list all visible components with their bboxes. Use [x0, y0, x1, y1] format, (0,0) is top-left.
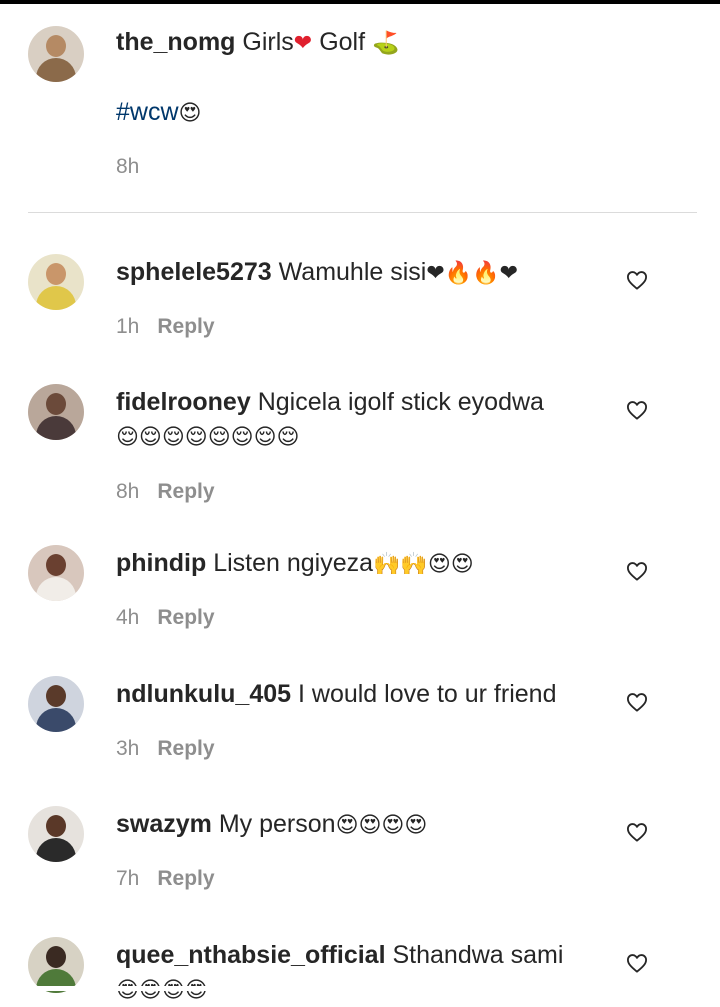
- reply-button[interactable]: Reply: [157, 315, 214, 338]
- reply-button[interactable]: Reply: [157, 480, 214, 503]
- caption-word: Girls: [242, 28, 294, 56]
- comment-body: Sthandwa sami: [392, 941, 564, 969]
- heart-outline-icon[interactable]: [626, 561, 648, 581]
- comment-emoji-icons: 😍😍😍😍: [335, 813, 428, 838]
- comment-body: I would love to ur friend: [298, 680, 557, 708]
- comment-body: Listen ngiyeza: [213, 549, 374, 577]
- comment-time: 8h: [116, 480, 140, 503]
- comment-text: sphelele5273 Wamuhle sisi❤🔥🔥❤: [116, 256, 518, 290]
- comment-emoji-icons: 🙌🙌😍😍: [373, 552, 474, 577]
- caption-hashtag-line: #wcw😍: [116, 96, 201, 130]
- comment-username[interactable]: swazym: [116, 810, 212, 838]
- comment-emoji-line: 😌😌😌😌😌😌😌😌: [116, 425, 300, 450]
- avatar-body: [36, 708, 76, 732]
- reply-button[interactable]: Reply: [157, 867, 214, 890]
- avatar[interactable]: [28, 384, 84, 440]
- comment-username[interactable]: quee_nthabsie_official: [116, 941, 386, 969]
- status-bar-edge: [0, 0, 720, 4]
- caption-time: 8h: [116, 155, 140, 178]
- avatar-body: [36, 286, 76, 310]
- avatar-head: [46, 35, 66, 57]
- heart-outline-icon[interactable]: [626, 270, 648, 290]
- avatar-head: [46, 685, 66, 707]
- comment-meta: 3h Reply: [116, 736, 215, 762]
- avatar-body: [36, 58, 76, 82]
- comment-text: fidelrooney Ngicela igolf stick eyodwa: [116, 386, 544, 418]
- avatar[interactable]: [28, 676, 84, 732]
- avatar-head: [46, 393, 66, 415]
- reply-button[interactable]: Reply: [157, 606, 214, 629]
- heart-outline-icon[interactable]: [626, 822, 648, 842]
- comment-meta: 8h Reply: [116, 479, 215, 505]
- avatar-body: [36, 838, 76, 862]
- avatar[interactable]: [28, 254, 84, 310]
- heart-outline-icon[interactable]: [626, 400, 648, 420]
- heart-eyes-emoji-icon: 😍: [178, 101, 202, 126]
- comment-time: 7h: [116, 867, 140, 890]
- comment-username[interactable]: sphelele5273: [116, 258, 272, 286]
- comment-meta: 1h Reply: [116, 314, 215, 340]
- comment-username[interactable]: ndlunkulu_405: [116, 680, 291, 708]
- avatar[interactable]: [28, 26, 84, 82]
- comment-body: My person: [218, 810, 336, 838]
- comment-text: ndlunkulu_405 I would love to ur friend: [116, 678, 556, 710]
- bottom-edge: [0, 986, 720, 991]
- avatar[interactable]: [28, 937, 84, 993]
- comment-emoji-icons: ❤🔥🔥❤: [426, 261, 518, 286]
- comment-body: Ngicela igolf stick eyodwa: [257, 388, 544, 416]
- heart-outline-icon[interactable]: [626, 953, 648, 973]
- golf-flag-icon: ⛳: [372, 31, 400, 56]
- comment-text: phindip Listen ngiyeza🙌🙌😍😍: [116, 547, 474, 581]
- avatar-head: [46, 946, 66, 968]
- comment-text: swazym My person😍😍😍😍: [116, 808, 427, 842]
- comment-body: Wamuhle sisi: [278, 258, 427, 286]
- comment-meta: 4h Reply: [116, 605, 215, 631]
- avatar-head: [46, 815, 66, 837]
- divider: [28, 212, 697, 213]
- comment-text: quee_nthabsie_official Sthandwa sami: [116, 939, 563, 971]
- comment-emoji-line: 😍😍😍😍: [116, 975, 208, 1007]
- caption-username[interactable]: the_nomg: [116, 28, 235, 56]
- avatar-head: [46, 263, 66, 285]
- avatar-body: [36, 416, 76, 440]
- comment-meta: 7h Reply: [116, 866, 215, 892]
- avatar[interactable]: [28, 806, 84, 862]
- avatar-body: [36, 577, 76, 601]
- avatar-head: [46, 554, 66, 576]
- heart-emoji-icon: ❤: [293, 31, 313, 56]
- hashtag-link[interactable]: #wcw: [116, 98, 179, 126]
- comment-username[interactable]: fidelrooney: [116, 388, 251, 416]
- caption-word-golf: Golf: [319, 28, 366, 56]
- comment-username[interactable]: phindip: [116, 549, 206, 577]
- comment-time: 3h: [116, 737, 140, 760]
- avatar[interactable]: [28, 545, 84, 601]
- comment-time: 1h: [116, 315, 140, 338]
- reply-button[interactable]: Reply: [157, 737, 214, 760]
- heart-outline-icon[interactable]: [626, 692, 648, 712]
- comment-time: 4h: [116, 606, 140, 629]
- caption-text: the_nomg Girls❤ Golf ⛳: [116, 26, 399, 60]
